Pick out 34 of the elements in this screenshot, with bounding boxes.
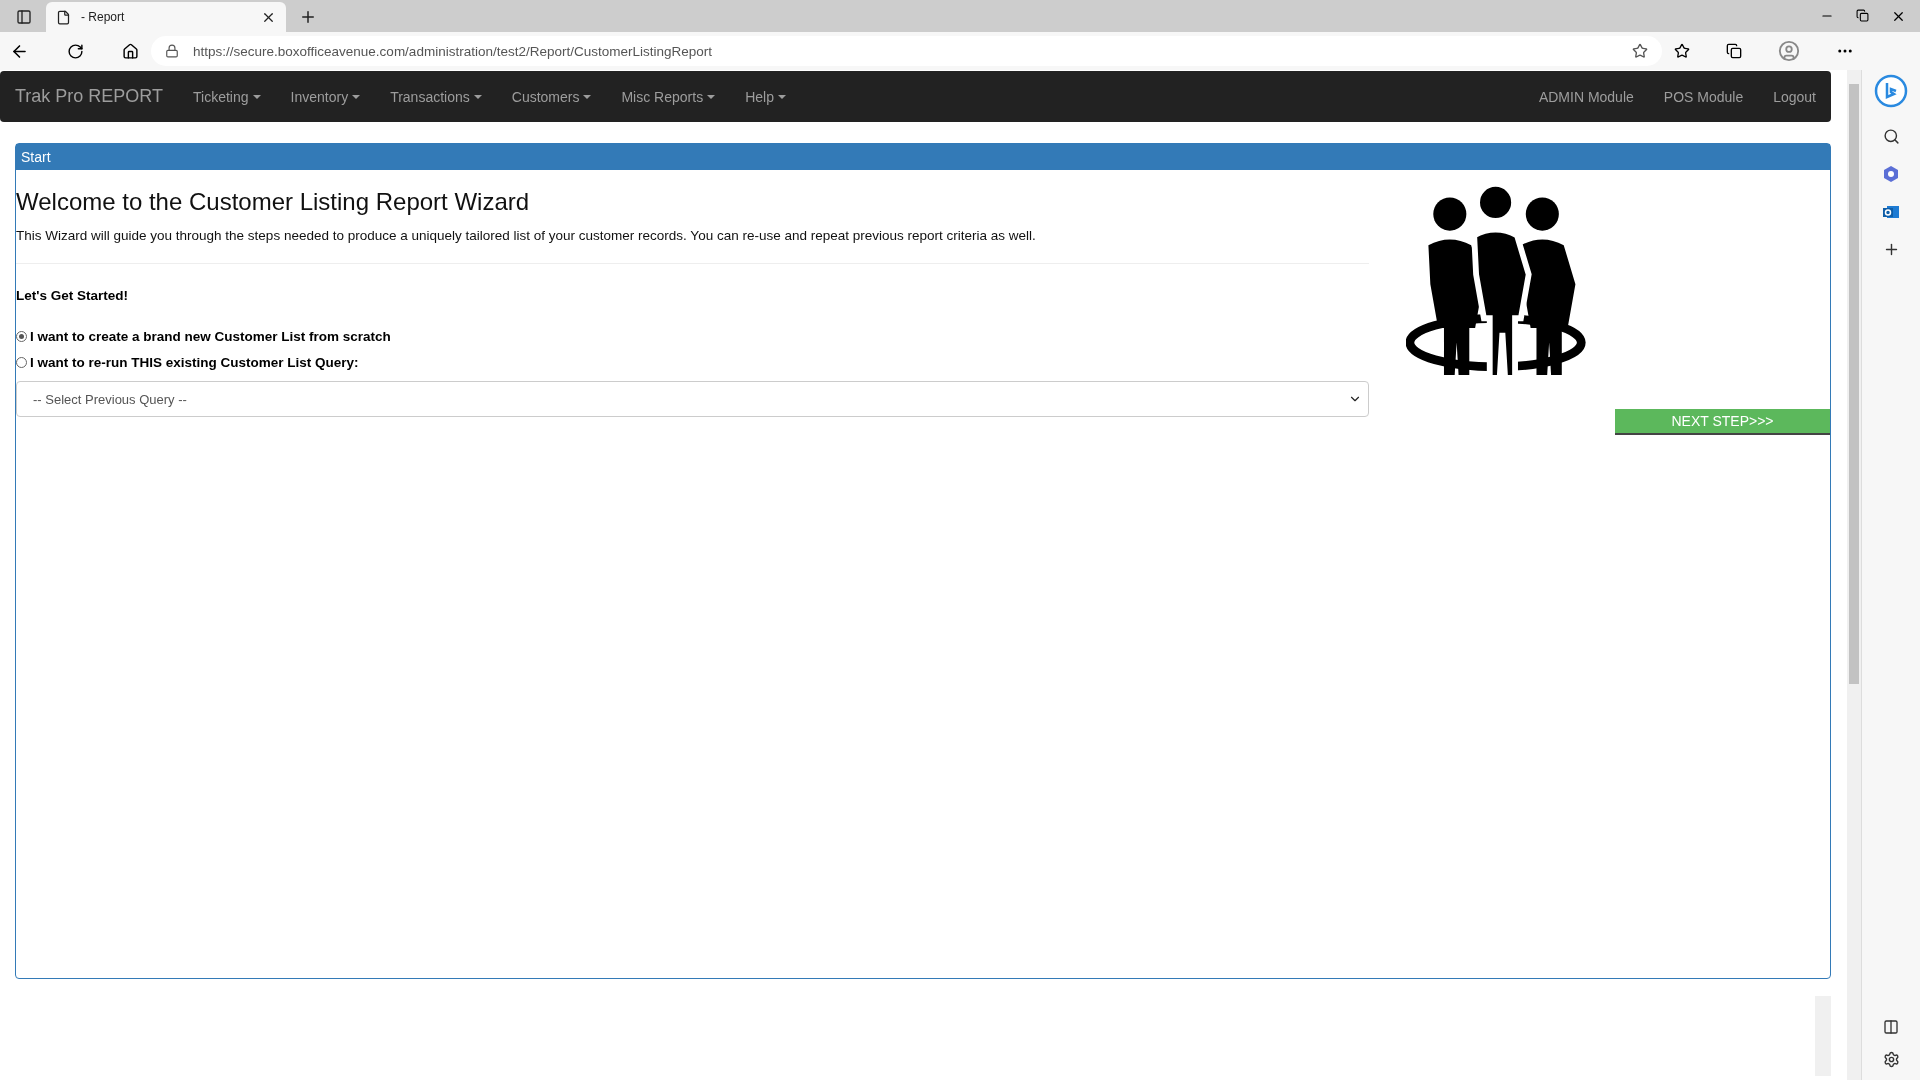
nav-menu[interactable]: Inventory <box>290 88 361 105</box>
brand-link[interactable]: Trak Pro REPORT <box>15 86 164 107</box>
address-bar[interactable]: https://secure.boxofficeavenue.com/administration/test2/Report/CustomerListingReport <box>151 36 1662 66</box>
puzzle-icon[interactable] <box>1882 165 1900 183</box>
nav-menu[interactable]: Ticketing <box>193 88 261 105</box>
intro-text: This Wizard will guide you through the steps needed to produce a uniquely tailored list of your customer records. You can re-use and repeat previous report criteria as well. <box>16 228 1037 243</box>
page-icon <box>56 9 71 25</box>
option-label[interactable]: I want to re-run THIS existing Customer List Query: <box>30 355 359 370</box>
prompt-text: Let's Get Started! <box>16 288 129 303</box>
nav-menu[interactable]: Misc Reports <box>621 88 716 105</box>
nav-link[interactable]: POS Module <box>1663 88 1744 105</box>
panel-heading: Start <box>16 144 1830 170</box>
mail-icon[interactable] <box>1882 203 1900 221</box>
nav-link[interactable]: ADMIN Module <box>1538 88 1634 105</box>
favorites-icon[interactable] <box>1674 43 1690 59</box>
nav-menu[interactable]: Transactions <box>390 88 482 105</box>
search-icon[interactable] <box>1882 128 1900 145</box>
split-panel-icon[interactable] <box>1883 1019 1899 1035</box>
favorite-icon[interactable] <box>1632 43 1648 59</box>
profile-icon[interactable] <box>1778 40 1800 62</box>
query-select[interactable]: -- Select Previous Query -- <box>16 381 1369 417</box>
home-icon[interactable] <box>122 42 139 60</box>
browser-tab[interactable]: - Report <box>46 2 286 32</box>
option-label[interactable]: I want to create a brand new Customer List from scratch <box>30 329 391 344</box>
nav-menu[interactable]: Help <box>745 88 786 105</box>
lock-icon[interactable] <box>165 44 179 58</box>
page-title: Welcome to the Customer Listing Report Wizard <box>16 188 531 216</box>
settings-icon[interactable] <box>1882 1051 1900 1068</box>
nav-link[interactable]: Logout <box>1773 88 1816 105</box>
chat-logo-icon[interactable] <box>1874 74 1908 108</box>
reload-icon[interactable] <box>67 42 84 60</box>
restore-icon[interactable] <box>1856 8 1869 22</box>
nav-menu[interactable]: Customers <box>511 88 592 105</box>
collections-icon[interactable] <box>1726 43 1742 59</box>
